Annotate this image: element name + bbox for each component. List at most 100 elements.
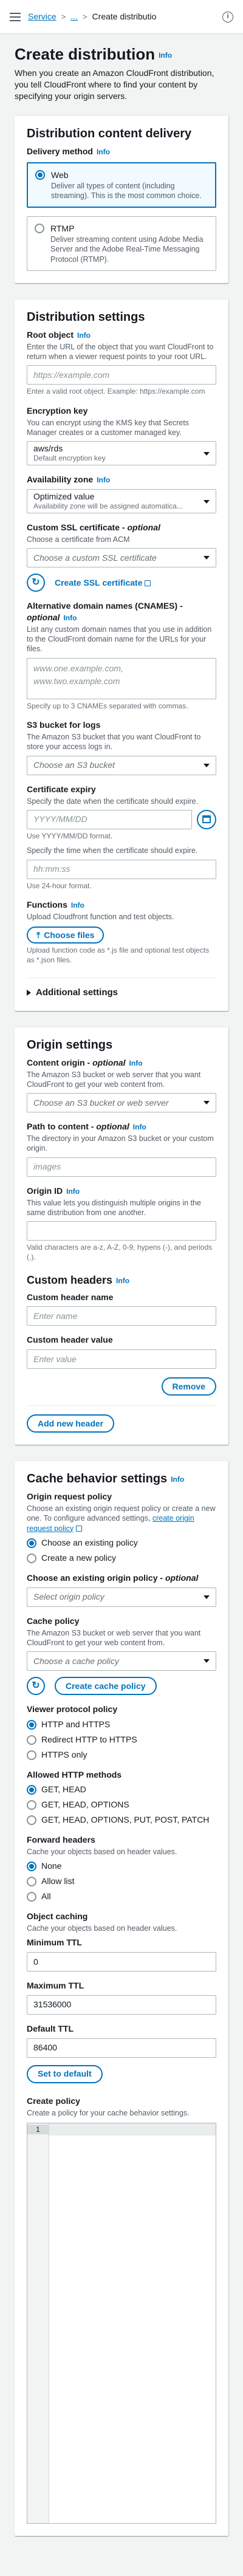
radio-selected-icon[interactable]	[27, 1785, 36, 1795]
cnames-textarea[interactable]: www.one.example.com, www.two.example.com	[27, 657, 216, 699]
s3-logs-select[interactable]: Choose an S3 bucket	[27, 755, 216, 775]
page-info-link[interactable]: Info	[159, 51, 172, 60]
date-input[interactable]: YYYY/MM/DD	[27, 809, 192, 829]
radio-option[interactable]: Create a new policy	[27, 1552, 216, 1564]
delivery-option-rtmp[interactable]: RTMP Deliver streaming content using Ado…	[27, 216, 216, 271]
menu-icon[interactable]	[10, 12, 21, 21]
radio-option[interactable]: HTTPS only	[27, 1749, 216, 1761]
origin-id-input[interactable]	[27, 1221, 216, 1241]
caret-down-icon	[204, 763, 210, 767]
refresh-icon[interactable]: ↻	[27, 1677, 45, 1695]
availability-zone-info-link[interactable]: Info	[97, 476, 110, 484]
radio-unselected-icon[interactable]	[27, 1750, 36, 1760]
ssl-certificate-select[interactable]: Choose a custom SSL certificate	[27, 548, 216, 568]
cnames-info-link[interactable]: Info	[63, 614, 77, 622]
availability-zone-label: Availability zone Info	[27, 474, 216, 485]
path-input[interactable]: images	[27, 1157, 216, 1177]
add-header-button[interactable]: Add new header	[27, 1414, 115, 1433]
radio-option[interactable]: Choose an existing policy	[27, 1537, 216, 1549]
calendar-button[interactable]	[197, 809, 216, 829]
ssl-certificate-desc: Choose a certificate from ACM	[27, 535, 130, 544]
additional-settings-expander[interactable]: Additional settings	[27, 977, 216, 999]
origin-id-info-link[interactable]: Info	[66, 1187, 80, 1196]
radio-unselected-icon[interactable]	[27, 1891, 36, 1902]
radio-unselected-icon[interactable]	[27, 1553, 36, 1563]
caret-down-icon	[204, 1101, 210, 1105]
radio-unselected-icon[interactable]	[35, 224, 44, 234]
content-origin-select[interactable]: Choose an S3 bucket or web server	[27, 1093, 216, 1113]
distribution-settings-card: Distribution settings Root object Info En…	[15, 298, 228, 1011]
radio-option[interactable]: Redirect HTTP to HTTPS	[27, 1734, 216, 1745]
radio-option[interactable]: None	[27, 1860, 216, 1872]
radio-selected-icon[interactable]	[27, 1538, 36, 1548]
time-input[interactable]: hh:mm:ss	[27, 859, 216, 879]
policy-code-editor[interactable]: 1	[27, 2122, 216, 2524]
radio-option[interactable]: GET, HEAD, OPTIONS	[27, 1799, 216, 1810]
s3-logs-desc: The Amazon S3 bucket that you want Cloud…	[27, 733, 201, 752]
radio-option[interactable]: GET, HEAD, OPTIONS, PUT, POST, PATCH	[27, 1814, 216, 1826]
radio-option-label: GET, HEAD	[41, 1784, 86, 1795]
additional-settings-label: Additional settings	[36, 987, 118, 998]
radio-unselected-icon[interactable]	[27, 1877, 36, 1887]
object-caching-field: Object caching Cache your objects based …	[27, 1911, 216, 1933]
cache-info-link[interactable]: Info	[171, 1475, 184, 1484]
radio-option[interactable]: Allow list	[27, 1875, 216, 1887]
cache-policy-select[interactable]: Choose a cache policy	[27, 1651, 216, 1671]
root-object-info-link[interactable]: Info	[77, 331, 91, 340]
header-name-label: Custom header name	[27, 1292, 114, 1302]
info-icon[interactable]: i	[222, 11, 233, 22]
path-desc: The directory in your Amazon S3 bucket o…	[27, 1134, 214, 1153]
create-ssl-certificate-link[interactable]: Create SSL certificate	[55, 577, 151, 589]
radio-option[interactable]: All	[27, 1891, 216, 1902]
root-object-desc: Enter the URL of the object that you wan…	[27, 342, 214, 361]
set-to-default-button[interactable]: Set to default	[27, 2064, 103, 2083]
radio-option[interactable]: HTTP and HTTPS	[27, 1719, 216, 1730]
radio-unselected-icon[interactable]	[27, 1815, 36, 1826]
radio-selected-icon[interactable]	[35, 170, 45, 180]
object-caching-desc: Cache your objects based on header value…	[27, 1923, 177, 1933]
time-desc: Specify the time when the certificate sh…	[27, 846, 198, 855]
delivery-method-info-link[interactable]: Info	[97, 148, 110, 156]
breadcrumb-service[interactable]: Service	[28, 11, 56, 22]
max-ttl-input[interactable]: 31536000	[27, 1995, 216, 2015]
delivery-option-desc: Deliver streaming content using Adobe Me…	[50, 235, 204, 264]
delivery-option-title: Web	[51, 170, 69, 180]
default-ttl-input[interactable]: 86400	[27, 2038, 216, 2058]
origin-id-hint: Valid characters are a-z, A-Z, 0-9, hype…	[27, 1243, 213, 1261]
custom-headers-heading-text: Custom headers	[27, 1274, 113, 1287]
create-cache-policy-button[interactable]: Create cache policy	[55, 1677, 157, 1695]
date-hint: Use YYYY/MM/DD format.	[27, 831, 113, 840]
functions-info-link[interactable]: Info	[71, 901, 84, 909]
min-ttl-input[interactable]: 0	[27, 1951, 216, 1971]
path-info-link[interactable]: Info	[133, 1123, 146, 1131]
s3-logs-label: S3 bucket for logs	[27, 720, 101, 730]
delivery-option-web[interactable]: Web Deliver all types of content (includ…	[27, 162, 216, 208]
remove-header-button[interactable]: Remove	[161, 1377, 216, 1396]
availability-zone-value: Optimized value	[33, 492, 95, 502]
header-name-input[interactable]: Enter name	[27, 1306, 216, 1326]
origin-id-desc: This value lets you distinguish multiple…	[27, 1198, 201, 1217]
existing-origin-policy-select[interactable]: Select origin policy	[27, 1587, 216, 1607]
radio-option[interactable]: GET, HEAD	[27, 1784, 216, 1795]
radio-unselected-icon[interactable]	[27, 1735, 36, 1745]
content-origin-label-text: Content origin	[27, 1057, 85, 1067]
radio-selected-icon[interactable]	[27, 1719, 36, 1730]
custom-headers-heading: Custom headers Info	[27, 1273, 216, 1287]
radio-unselected-icon[interactable]	[27, 1800, 36, 1810]
choose-files-button[interactable]: ⤒ Choose files	[27, 927, 104, 944]
encryption-key-select[interactable]: aws/rds Default encryption key	[27, 441, 216, 466]
content-origin-info-link[interactable]: Info	[129, 1059, 143, 1067]
cnames-field: Alternative domain names (CNAMES) - opti…	[27, 600, 216, 711]
radio-option-label: All	[41, 1891, 51, 1902]
radio-selected-icon[interactable]	[27, 1862, 36, 1872]
availability-zone-select[interactable]: Optimized value Availability zone will b…	[27, 489, 216, 514]
cnames-label-text: Alternative domain names (CNAMES)	[27, 601, 178, 611]
root-object-input[interactable]: https://example.com	[27, 365, 216, 385]
refresh-icon[interactable]: ↻	[27, 574, 45, 592]
breadcrumb-ellipsis[interactable]: ...	[70, 11, 78, 22]
origin-heading: Origin settings	[27, 1038, 113, 1052]
custom-headers-info-link[interactable]: Info	[116, 1276, 129, 1285]
delivery-method-label-text: Delivery method	[27, 146, 93, 156]
header-value-input[interactable]: Enter value	[27, 1349, 216, 1369]
radio-option-label: Choose an existing policy	[41, 1537, 138, 1547]
